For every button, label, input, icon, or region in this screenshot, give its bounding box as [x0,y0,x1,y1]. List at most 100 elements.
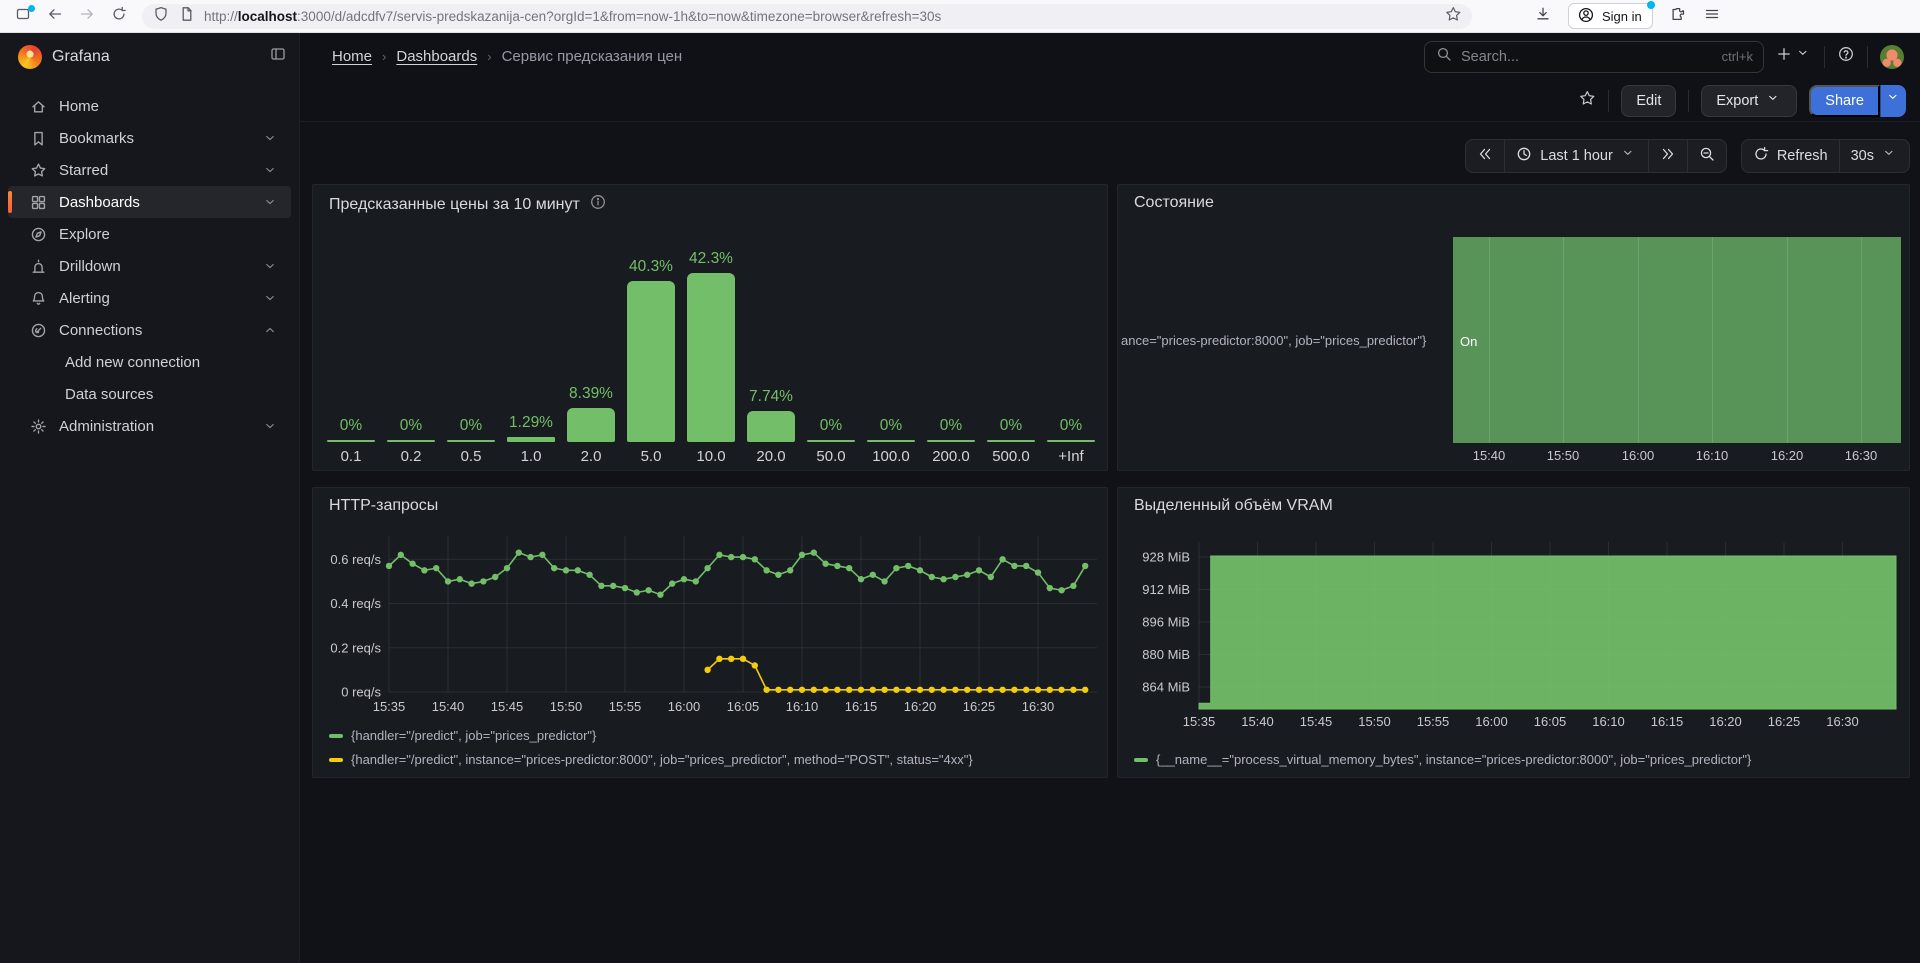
histogram-bar[interactable] [747,411,795,442]
sidebar-item-explore[interactable]: Explore [8,218,291,250]
time-shift-forward-button[interactable] [1648,140,1687,172]
data-point [917,567,923,573]
x-axis-tick: 16:10 [1592,714,1625,729]
share-menu-caret[interactable] [1880,85,1906,117]
extensions-icon[interactable] [1669,7,1687,25]
time-range-picker[interactable]: Last 1 hour [1504,140,1648,172]
chevron-down-icon [263,195,277,209]
x-axis-tick: 15:55 [609,699,642,714]
data-point [834,563,840,569]
chevron-down-icon [263,259,277,273]
data-point [1047,687,1053,693]
legend-item[interactable]: {handler="/predict", job="prices_predict… [329,728,596,743]
vram-chart[interactable]: 15:3515:4015:4515:5015:5516:0016:0516:10… [1118,488,1909,777]
histogram-bar[interactable] [327,440,375,442]
x-axis-tick: 16:30 [1826,714,1859,729]
data-point [1023,563,1029,569]
compass-icon [30,226,47,243]
panel-http-requests[interactable]: HTTP-запросы 15:3515:4015:4515:5015:5516… [312,487,1108,778]
grafana-logo [18,45,42,69]
data-point [527,554,533,560]
chevron-down-icon [263,131,277,145]
sidebar-item-starred[interactable]: Starred [8,154,291,186]
export-button[interactable]: Export [1701,85,1797,117]
reload-button[interactable] [110,7,128,25]
data-point [846,687,852,693]
breadcrumb-item[interactable]: Dashboards [396,48,477,65]
shield-icon[interactable] [152,7,170,25]
data-point [822,561,828,567]
panel-vram[interactable]: Выделенный объём VRAM 15:3515:4015:4515:… [1117,487,1910,778]
legend-label: {handler="/predict", instance="prices-pr… [351,752,973,767]
url-bar[interactable]: http://localhost:3000/d/adcdfv7/servis-p… [142,4,1472,29]
sidebar-item-label: Home [59,98,277,115]
refresh-button[interactable]: Refresh [1742,140,1839,172]
data-point [929,574,935,580]
edit-button[interactable]: Edit [1621,85,1676,117]
breadcrumb-item[interactable]: Home [332,48,372,65]
sidebar-item-connections[interactable]: Connections [8,314,291,346]
breadcrumb: Home›Dashboards›Сервис предсказания цен [332,48,1424,65]
sidebar-item-alerting[interactable]: Alerting [8,282,291,314]
share-button[interactable]: Share [1809,85,1880,117]
page-info-icon[interactable] [178,7,196,25]
y-axis-tick: 0 req/s [341,685,381,700]
help-icon[interactable] [1837,48,1855,66]
data-point [551,565,557,571]
favorite-star-icon[interactable] [1578,92,1596,110]
browser-sign-in-button[interactable]: Sign in [1568,3,1653,29]
refresh-interval-picker[interactable]: 30s [1839,140,1909,172]
time-shift-back-button[interactable] [1466,140,1504,172]
search-input[interactable]: Search... ctrl+k [1424,41,1764,73]
menu-icon[interactable] [1703,7,1721,25]
tab-icon[interactable] [14,7,32,25]
histogram-bar[interactable] [627,281,675,442]
sidebar-item-data-sources[interactable]: Data sources [8,378,291,410]
legend-swatch [1134,758,1148,762]
panel-predicted-prices[interactable]: Предсказанные цены за 10 минут 0%0.10%0.… [312,184,1108,471]
back-button[interactable] [46,7,64,25]
sidebar-item-dashboards[interactable]: Dashboards [8,186,291,218]
legend-item[interactable]: {handler="/predict", instance="prices-pr… [329,752,973,767]
legend-item[interactable]: {__name__="process_virtual_memory_bytes"… [1134,752,1751,767]
data-point [988,574,994,580]
histogram-bar[interactable] [507,437,555,442]
data-point [1082,563,1088,569]
data-point [905,563,911,569]
sidebar-item-drilldown[interactable]: Drilldown [8,250,291,282]
url-text: http://localhost:3000/d/adcdfv7/servis-p… [204,9,1436,24]
histogram-bar[interactable] [447,440,495,442]
info-icon[interactable] [590,194,606,215]
histogram-bar[interactable] [807,440,855,442]
data-point [1082,687,1088,693]
dock-menu-icon[interactable] [269,48,287,66]
downloads-icon[interactable] [1534,7,1552,25]
state-on-block[interactable] [1453,237,1901,443]
histogram-bar[interactable] [687,273,735,442]
data-point [775,572,781,578]
data-point [881,687,887,693]
new-button[interactable] [1776,46,1812,67]
histogram-value-label: 7.74% [737,388,805,406]
x-axis-tick: 16:00 [1475,714,1508,729]
data-point [693,578,699,584]
bookmark-star-icon[interactable] [1444,7,1462,25]
sidebar-item-label: Add new connection [65,354,277,371]
zoom-out-button[interactable] [1687,140,1726,172]
histogram-bar[interactable] [987,440,1035,442]
histogram-bar[interactable] [927,440,975,442]
histogram-bar[interactable] [567,408,615,442]
user-avatar[interactable] [1880,45,1904,69]
gridline [1638,237,1639,443]
sidebar-item-bookmarks[interactable]: Bookmarks [8,122,291,154]
x-axis-tick: 15:45 [1300,714,1333,729]
histogram-bar[interactable] [1047,440,1095,442]
histogram-bar[interactable] [867,440,915,442]
top-nav: Home›Dashboards›Сервис предсказания цен … [300,33,1920,80]
sidebar-item-add-new-connection[interactable]: Add new connection [8,346,291,378]
panel-state[interactable]: Состояние ance="prices-predictor:8000", … [1117,184,1910,471]
forward-button[interactable] [78,7,96,25]
sidebar-item-home[interactable]: Home [8,90,291,122]
sidebar-item-administration[interactable]: Administration [8,410,291,442]
histogram-bar[interactable] [387,440,435,442]
